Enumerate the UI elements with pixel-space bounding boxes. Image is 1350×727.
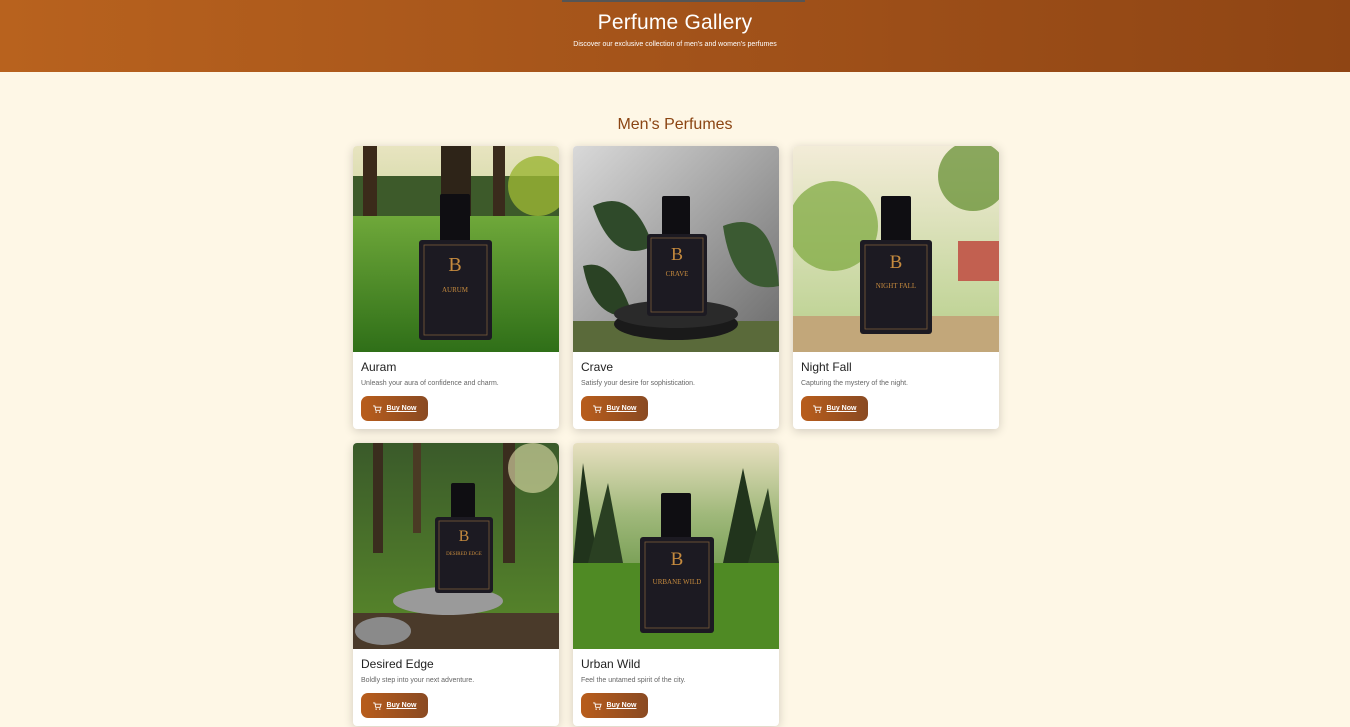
product-description: Satisfy your desire for sophistication. [581,380,695,387]
buy-now-button[interactable]: Buy Now [361,396,428,421]
svg-text:B: B [890,252,903,273]
svg-text:B: B [671,244,683,264]
page-header: Perfume Gallery Discover our exclusive c… [0,0,1350,72]
product-name: Urban Wild [581,657,641,671]
product-image-night-fall: B NIGHT FALL [793,146,999,352]
product-image-auram: B AURUM [353,146,559,352]
product-image-crave: B CRAVE [573,146,779,352]
cart-icon [592,404,602,413]
product-image-urban-wild: B URBANE WILD [573,443,779,649]
buy-now-label: Buy Now [386,405,417,412]
buy-now-button[interactable]: Buy Now [361,693,428,718]
product-name: Auram [361,360,397,374]
product-name: Night Fall [801,360,852,374]
product-card-urban-wild: B URBANE WILD Urban Wild Feel the untame… [573,443,779,726]
svg-text:AURUM: AURUM [442,286,469,294]
buy-now-button[interactable]: Buy Now [581,693,648,718]
product-description: Unleash your aura of confidence and char… [361,380,499,387]
product-card-desired-edge: B DESIRED EDGE Desired Edge Boldly step … [353,443,559,726]
buy-now-label: Buy Now [386,702,417,709]
product-image-desired-edge: B DESIRED EDGE [353,443,559,649]
buy-now-button[interactable]: Buy Now [581,396,648,421]
section-title: Men's Perfumes [617,116,733,133]
svg-text:B: B [671,549,684,570]
buy-now-button[interactable]: Buy Now [801,396,868,421]
svg-text:DESIRED EDGE: DESIRED EDGE [446,552,482,557]
product-card-crave: B CRAVE Crave Satisfy your desire for so… [573,146,779,429]
product-name: Crave [581,360,614,374]
svg-text:NIGHT FALL: NIGHT FALL [876,282,916,290]
product-card-night-fall: B NIGHT FALL Night Fall Capturing the my… [793,146,999,429]
product-card-auram: B AURUM Auram Unleash your aura of confi… [353,146,559,429]
svg-text:CRAVE: CRAVE [666,270,689,278]
product-name: Desired Edge [361,657,434,671]
svg-text:B: B [448,254,461,276]
product-description: Capturing the mystery of the night. [801,380,908,387]
buy-now-label: Buy Now [826,405,857,412]
cart-icon [372,701,382,710]
product-description: Feel the untamed spirit of the city. [581,677,686,684]
product-description: Boldly step into your next adventure. [361,677,475,684]
buy-now-label: Buy Now [606,405,637,412]
page-subtitle: Discover our exclusive collection of men… [573,41,777,48]
cart-icon [372,404,382,413]
cart-icon [812,404,822,413]
product-grid: B AURUM Auram Unleash your aura of confi… [353,146,1003,727]
page-title: Perfume Gallery [597,11,753,34]
buy-now-label: Buy Now [606,702,637,709]
cart-icon [592,701,602,710]
svg-text:URBANE WILD: URBANE WILD [653,578,702,586]
header-top-bar [562,0,805,2]
svg-text:B: B [459,528,470,545]
